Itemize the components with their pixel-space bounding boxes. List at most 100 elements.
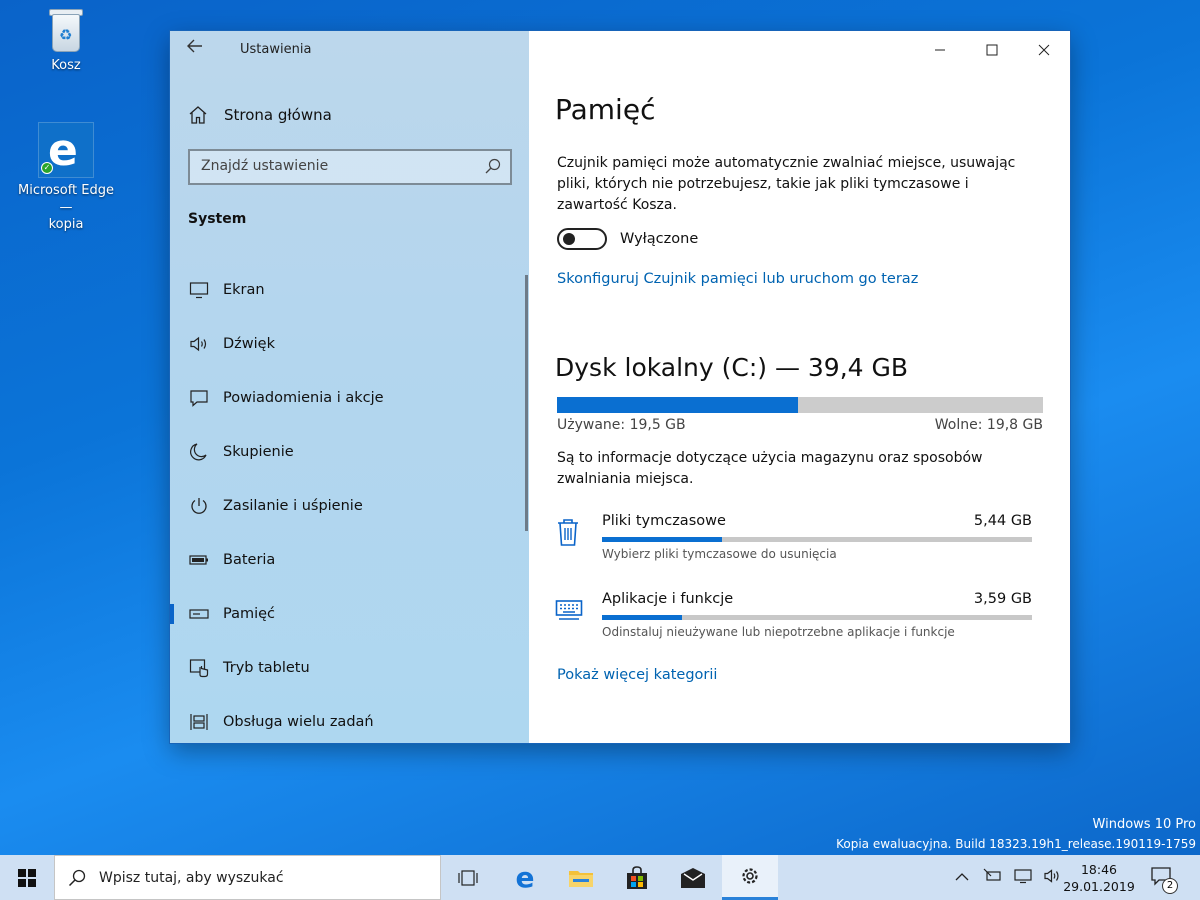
nav-item-pamiec[interactable]: Pamięć xyxy=(170,587,529,641)
taskbar-mail-button[interactable] xyxy=(665,855,721,900)
category-subtitle: Wybierz pliki tymczasowe do usunięcia xyxy=(602,547,837,561)
nav-item-powiadomienia[interactable]: Powiadomienia i akcje xyxy=(170,371,529,425)
configure-storage-sense-link[interactable]: Skonfiguruj Czujnik pamięci lub uruchom … xyxy=(557,271,918,287)
settings-window: Ustawienia Strona główna Znajdź ustawien… xyxy=(170,31,1070,743)
tablet-mode-icon xyxy=(188,657,210,679)
speaker-icon xyxy=(188,333,210,355)
settings-search-input[interactable]: Znajdź ustawienie xyxy=(188,149,512,185)
title-bar[interactable]: Ustawienia xyxy=(170,31,529,69)
battery-tray-icon[interactable] xyxy=(983,868,1003,888)
minimize-icon xyxy=(935,49,945,51)
nav-item-tryb-tabletu[interactable]: Tryb tabletu xyxy=(170,641,529,695)
search-icon xyxy=(68,869,86,887)
edge-icon: e ✓ xyxy=(38,122,94,178)
category-name: Pliki tymczasowe xyxy=(602,513,726,529)
nav-item-zasilanie[interactable]: Zasilanie i uśpienie xyxy=(170,479,529,533)
display-icon xyxy=(188,279,210,301)
windows-logo-icon xyxy=(18,868,36,887)
home-link[interactable]: Strona główna xyxy=(188,103,332,127)
desktop-icon-label: Kosz xyxy=(51,58,81,73)
search-placeholder: Znajdź ustawienie xyxy=(201,158,329,174)
storage-sense-toggle[interactable] xyxy=(557,228,607,250)
taskbar-search-placeholder: Wpisz tutaj, aby wyszukać xyxy=(99,870,284,886)
show-more-categories-link[interactable]: Pokaż więcej kategorii xyxy=(557,667,717,683)
task-view-button[interactable] xyxy=(440,855,496,900)
recycle-bin-icon: ♻ xyxy=(46,6,86,54)
storage-info-text: Są to informacje dotyczące użycia magazy… xyxy=(557,450,983,487)
network-icon[interactable] xyxy=(1013,868,1033,888)
close-icon xyxy=(1038,44,1050,56)
taskbar-settings-button[interactable] xyxy=(722,855,778,900)
battery-icon xyxy=(188,549,210,571)
close-button[interactable] xyxy=(1018,31,1070,69)
clock-date: 29.01.2019 xyxy=(1063,879,1135,894)
toggle-state-label: Wyłączone xyxy=(620,231,699,247)
category-size: 5,44 GB xyxy=(973,513,1032,529)
nav-label: Obsługa wielu zadań xyxy=(223,714,374,730)
taskbar-search-box[interactable]: Wpisz tutaj, aby wyszukać xyxy=(54,855,441,900)
category-bar xyxy=(602,537,1032,542)
storage-page: Pamięć Czujnik pamięci może automatyczni… xyxy=(529,31,1070,743)
category-size: 3,59 GB xyxy=(973,591,1032,607)
power-icon xyxy=(188,495,210,517)
store-icon xyxy=(627,865,647,889)
taskbar: Wpisz tutaj, aby wyszukać e 18:46 29.01.… xyxy=(0,855,1200,900)
disk-title: Dysk lokalny (C:) — 39,4 GB xyxy=(555,353,909,382)
disk-free-label: Wolne: 19,8 GB xyxy=(934,417,1043,433)
action-center-button[interactable]: 2 xyxy=(1150,866,1178,894)
page-title: Pamięć xyxy=(555,93,656,126)
notification-count-badge: 2 xyxy=(1162,878,1178,894)
notification-icon xyxy=(188,387,210,409)
window-controls xyxy=(914,31,1070,69)
taskbar-store-button[interactable] xyxy=(609,855,665,900)
storage-sense-description: Czujnik pamięci może automatycznie zwaln… xyxy=(557,155,1016,213)
nav-label: Powiadomienia i akcje xyxy=(223,390,384,406)
folder-icon xyxy=(569,870,593,887)
nav-item-bateria[interactable]: Bateria xyxy=(170,533,529,587)
desktop-icon-label: Microsoft Edge — kopia xyxy=(17,183,114,232)
home-label: Strona główna xyxy=(224,106,332,124)
mail-icon xyxy=(681,867,705,888)
nav-label: Bateria xyxy=(223,552,276,568)
back-arrow-icon[interactable] xyxy=(186,37,208,59)
edge-icon: e xyxy=(515,860,535,894)
start-button[interactable] xyxy=(0,855,54,900)
nav-item-dzwiek[interactable]: Dźwięk xyxy=(170,317,529,371)
nav-item-skupienie[interactable]: Skupienie xyxy=(170,425,529,479)
section-heading: System xyxy=(188,211,247,227)
chevron-up-icon[interactable] xyxy=(955,870,969,886)
category-bar-fill xyxy=(602,537,723,542)
desktop-icon-edge[interactable]: e ✓ Microsoft Edge — kopia xyxy=(11,122,121,233)
gear-icon xyxy=(742,868,758,884)
settings-sidebar: Ustawienia Strona główna Znajdź ustawien… xyxy=(170,31,529,743)
nav-label: Ekran xyxy=(223,282,265,298)
nav-label: Zasilanie i uśpienie xyxy=(223,498,363,514)
taskbar-clock[interactable]: 18:46 29.01.2019 xyxy=(1056,861,1142,895)
maximize-button[interactable] xyxy=(966,31,1018,69)
taskbar-edge-button[interactable]: e xyxy=(497,855,553,900)
moon-icon xyxy=(188,441,210,463)
task-view-icon xyxy=(458,869,478,886)
nav-label: Dźwięk xyxy=(223,336,275,352)
edition-watermark: Windows 10 Pro xyxy=(1092,817,1196,832)
category-apps-features[interactable]: Aplikacje i funkcje 3,59 GB Odinstaluj n… xyxy=(555,591,1035,651)
keyboard-icon xyxy=(555,599,583,625)
sidebar-scrollbar[interactable] xyxy=(525,275,528,531)
storage-sense-toggle-row: Wyłączone xyxy=(557,228,698,250)
nav-item-obsluga-wielu-zadan[interactable]: Obsługa wielu zadań xyxy=(170,695,529,743)
disk-used-label: Używane: 19,5 GB xyxy=(557,417,686,433)
clock-time: 18:46 xyxy=(1080,862,1118,877)
nav-label: Skupienie xyxy=(223,444,294,460)
taskbar-explorer-button[interactable] xyxy=(553,855,609,900)
window-title: Ustawienia xyxy=(240,42,312,57)
category-temp-files[interactable]: Pliki tymczasowe 5,44 GB Wybierz pliki t… xyxy=(555,513,1035,573)
desktop-icon-recycle-bin[interactable]: ♻ Kosz xyxy=(11,6,121,73)
maximize-icon xyxy=(986,44,998,56)
disk-usage-bar xyxy=(557,397,1043,413)
disk-usage-fill xyxy=(557,397,798,413)
build-watermark: Kopia ewaluacyjna. Build 18323.19h1_rele… xyxy=(836,837,1196,851)
category-subtitle: Odinstaluj nieużywane lub niepotrzebne a… xyxy=(602,625,955,639)
minimize-button[interactable] xyxy=(914,31,966,69)
home-icon xyxy=(189,106,207,124)
nav-item-ekran[interactable]: Ekran xyxy=(170,263,529,317)
